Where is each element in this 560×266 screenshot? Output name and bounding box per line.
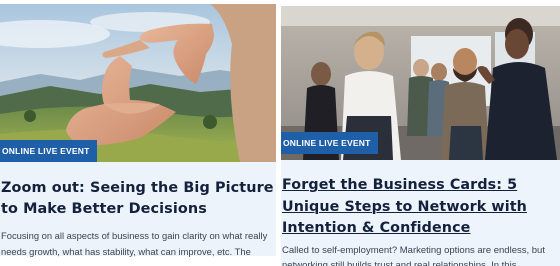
landscape-hands-photo: [0, 4, 276, 162]
event-type-badge: ONLINE LIVE EVENT: [281, 132, 379, 154]
event-description: Called to self-employment? Marketing opt…: [282, 244, 545, 266]
event-card-business-cards[interactable]: ONLINE LIVE EVENT Forget the Business Ca…: [281, 0, 560, 266]
card-content: Forget the Business Cards: 5 Unique Step…: [281, 160, 560, 266]
event-type-badge: ONLINE LIVE EVENT: [0, 140, 98, 162]
event-title-link[interactable]: Forget the Business Cards: 5 Unique Step…: [281, 160, 560, 240]
event-card-zoom-out[interactable]: ONLINE LIVE EVENT Zoom out: Seeing the B…: [0, 0, 276, 266]
card-content: Zoom out: Seeing the Big Picture to Make…: [0, 162, 276, 257]
event-card-image[interactable]: ONLINE LIVE EVENT: [0, 4, 276, 162]
event-description: Focusing on all aspects of business to g…: [1, 230, 268, 257]
event-card-image[interactable]: ONLINE LIVE EVENT: [281, 6, 560, 160]
event-title-link[interactable]: Zoom out: Seeing the Big Picture to Make…: [0, 162, 276, 220]
